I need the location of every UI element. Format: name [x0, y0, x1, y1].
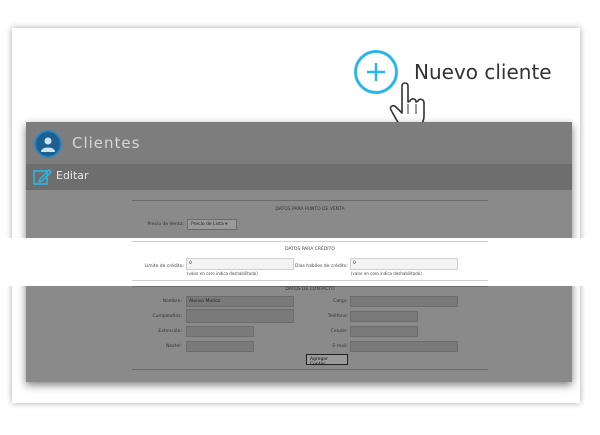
nextel-input[interactable]	[186, 341, 254, 352]
telefono-label: Teléfono:	[327, 314, 348, 319]
edit-label: Editar	[56, 169, 89, 182]
cargo-label: Cargo:	[333, 299, 348, 304]
edit-icon[interactable]	[32, 167, 52, 187]
divider	[132, 280, 488, 281]
limite-input[interactable]: 0	[186, 258, 294, 270]
divider	[132, 241, 488, 242]
precio-select-value: Precio de Lista	[191, 222, 224, 227]
page-header: Clientes	[26, 122, 572, 164]
divider	[132, 200, 488, 201]
dias-input[interactable]: 0	[350, 258, 458, 270]
limite-hint: (valor en cero indica deshabilitado)	[187, 271, 258, 276]
celular-input[interactable]	[350, 326, 418, 337]
client-avatar-icon	[34, 130, 62, 158]
cumpleanos-label: Cumpleaños:	[152, 314, 182, 319]
celular-label: Celular:	[330, 329, 348, 334]
section-title-credito: DATOS PARA CRÉDITO	[285, 247, 335, 252]
nextel-label: Nextel:	[165, 344, 182, 349]
extension-label: Extensión:	[158, 329, 182, 334]
email-input[interactable]	[350, 341, 458, 352]
cargo-input[interactable]	[350, 296, 458, 307]
limite-label: Límite de crédito:	[144, 264, 184, 269]
nombre-input[interactable]: Alonso Muñoz	[186, 296, 294, 307]
section-title-contacto: DATOS DE CONTACTO	[285, 287, 335, 292]
email-label: E-mail:	[332, 344, 348, 349]
precio-select[interactable]: Precio de Lista ▾	[187, 219, 237, 230]
dias-hint: (valor en cero indica deshabilitado)	[351, 271, 422, 276]
section-title-punto-venta: DATOS PARA PUNTO DE VENTA	[275, 207, 345, 212]
edit-bar: Editar	[26, 164, 572, 190]
cumpleanos-input[interactable]	[186, 309, 294, 323]
nombre-label: Nombre:	[162, 299, 182, 304]
dias-label: Días hábiles de crédito:	[295, 264, 348, 269]
extension-input[interactable]	[186, 326, 254, 337]
add-contact-button[interactable]: Agregar Contac	[306, 354, 348, 367]
precio-label: Precio de Venta:	[147, 222, 184, 227]
page-title: Clientes	[72, 134, 141, 152]
divider	[132, 369, 488, 370]
telefono-input[interactable]	[350, 311, 418, 322]
credit-section-highlight: DATOS PARA CRÉDITO Límite de crédito: 0 …	[0, 238, 600, 286]
new-client-label: Nuevo cliente	[414, 60, 552, 84]
